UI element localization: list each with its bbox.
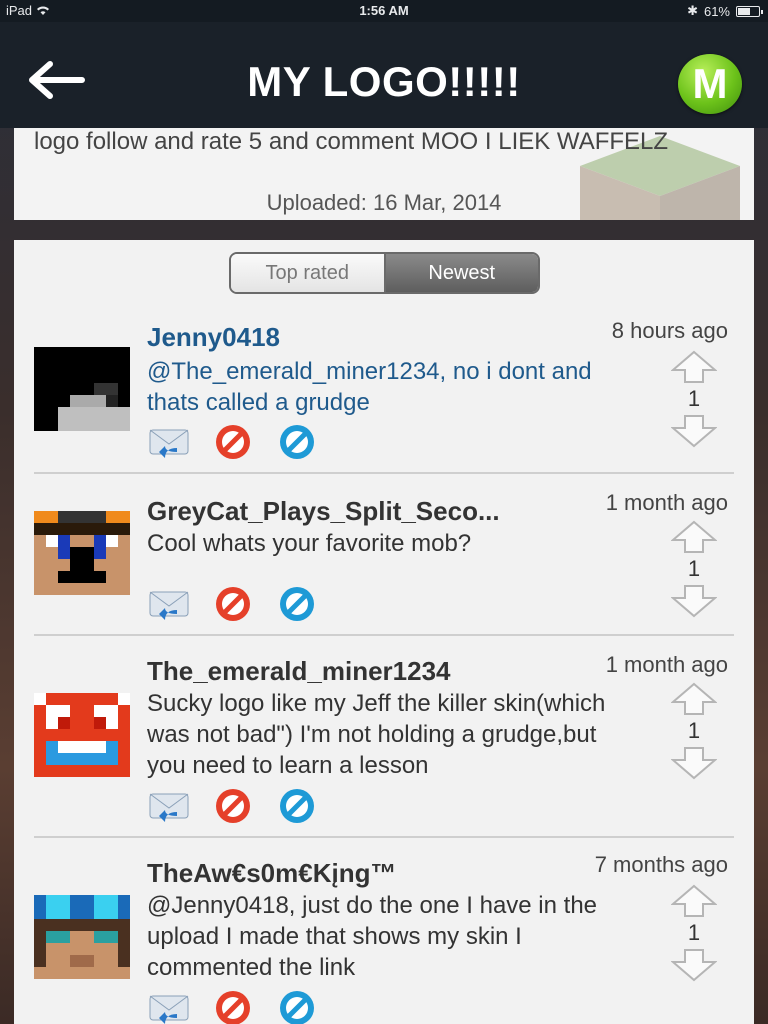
page-title: MY LOGO!!!!! <box>247 58 521 105</box>
comment-username[interactable]: The_emerald_miner1234 <box>147 656 451 687</box>
block-icon[interactable] <box>275 988 319 1024</box>
vote-control: 1 <box>670 350 718 448</box>
reply-icon[interactable] <box>147 786 191 826</box>
tab-newest[interactable]: Newest <box>383 254 538 292</box>
reply-icon[interactable] <box>147 584 191 624</box>
vote-up-icon[interactable] <box>671 350 717 384</box>
vote-score: 1 <box>687 920 701 945</box>
comment-item: GreyCat_Plays_Split_Seco... 1 month ago … <box>34 474 734 636</box>
comment-text: Sucky logo like my Jeff the killer skin(… <box>147 690 606 779</box>
comment-time: 8 hours ago <box>611 318 728 343</box>
app-logo-button[interactable]: M <box>678 54 742 114</box>
comment-username[interactable]: Jenny0418 <box>147 322 280 353</box>
block-icon[interactable] <box>275 422 319 462</box>
battery-percent: 61% <box>703 3 730 19</box>
comment-actions <box>147 584 319 624</box>
vote-down-icon[interactable] <box>671 948 717 982</box>
uploaded-date: Uploaded: 16 Mar, 2014 <box>266 190 502 215</box>
comment-time: 1 month ago <box>605 652 728 677</box>
comment-username[interactable]: TheAw€s0m€Kįng™ <box>147 858 396 889</box>
vote-up-icon[interactable] <box>671 884 717 918</box>
vote-control: 1 <box>670 884 718 982</box>
comment-item: TheAw€s0m€Kįng™ 7 months ago @Jenny0418,… <box>34 838 734 1024</box>
comment-text: @The_emerald_miner1234, no i dont and th… <box>147 358 592 416</box>
vote-down-icon[interactable] <box>671 584 717 618</box>
nav-header: MY LOGO!!!!! M <box>0 22 768 128</box>
description-text: logo follow and rate 5 and comment MOO I… <box>34 128 669 155</box>
comment-item: The_emerald_miner1234 1 month ago Sucky … <box>34 636 734 838</box>
tab-top-rated[interactable]: Top rated <box>231 254 384 292</box>
block-icon[interactable] <box>275 786 319 826</box>
avatar[interactable] <box>34 346 130 432</box>
avatar[interactable] <box>34 692 130 778</box>
report-icon[interactable] <box>211 786 255 826</box>
comment-item: Jenny0418 8 hours ago @The_emerald_miner… <box>34 310 734 474</box>
comment-time: 7 months ago <box>594 852 728 877</box>
vote-up-icon[interactable] <box>671 520 717 554</box>
comment-text: @Jenny0418, just do the one I have in th… <box>147 892 598 981</box>
status-time: 1:56 AM <box>359 3 409 18</box>
report-icon[interactable] <box>211 988 255 1024</box>
battery-fill <box>738 7 750 15</box>
report-icon[interactable] <box>211 584 255 624</box>
sort-segmented-control: Top rated Newest <box>229 252 540 294</box>
comment-text: Cool whats your favorite mob? <box>147 530 472 557</box>
comment-actions <box>147 422 319 462</box>
report-icon[interactable] <box>211 422 255 462</box>
vote-score: 1 <box>687 386 701 411</box>
vote-control: 1 <box>670 520 718 618</box>
vote-up-icon[interactable] <box>671 682 717 716</box>
vote-down-icon[interactable] <box>671 414 717 448</box>
vote-control: 1 <box>670 682 718 780</box>
comments-panel: Top rated Newest Jenny0418 8 hours ago @… <box>14 240 754 1024</box>
bluetooth-icon: ✱ <box>687 3 698 18</box>
reply-icon[interactable] <box>147 422 191 462</box>
reply-icon[interactable] <box>147 988 191 1024</box>
avatar[interactable] <box>34 894 130 980</box>
status-bar: iPad 1:56 AM ✱ 61% <box>0 0 768 22</box>
battery-icon <box>736 5 763 17</box>
comment-time: 1 month ago <box>605 490 728 515</box>
block-icon[interactable] <box>275 584 319 624</box>
vote-down-icon[interactable] <box>671 746 717 780</box>
comment-actions <box>147 988 319 1024</box>
comment-username[interactable]: GreyCat_Plays_Split_Seco... <box>147 496 500 527</box>
vote-score: 1 <box>687 556 701 581</box>
comment-actions <box>147 786 319 826</box>
avatar[interactable] <box>34 510 130 596</box>
vote-score: 1 <box>687 718 701 743</box>
description-card: logo follow and rate 5 and comment MOO I… <box>14 128 754 220</box>
status-right: ✱ 61% <box>687 3 763 19</box>
